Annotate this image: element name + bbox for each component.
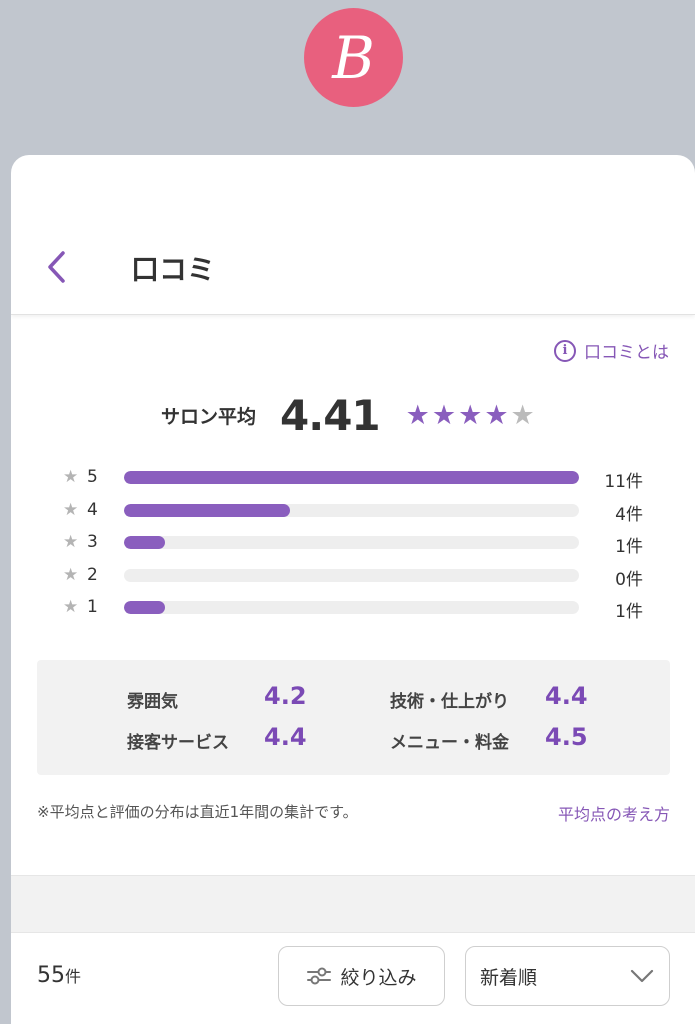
distribution-row: ★ 5 11件 (63, 467, 653, 492)
distribution-count: 11件 (604, 472, 643, 492)
sort-select[interactable]: 新着順 (465, 946, 670, 1006)
distribution-bar-fill (124, 503, 290, 517)
distribution-bar-fill (124, 536, 166, 549)
filter-button[interactable]: 絞り込み (278, 946, 445, 1006)
average-value: 4.41 (280, 391, 381, 440)
back-button[interactable] (39, 243, 73, 291)
category-value: 4.2 (264, 682, 307, 710)
category-score: 技術・仕上がり (390, 687, 509, 712)
star-icon: ★ (63, 499, 79, 520)
category-score: 接客サービス (127, 728, 229, 753)
category-label: 接客サービス (127, 733, 229, 753)
category-label: 雰囲気 (127, 692, 178, 712)
scoring-method-link[interactable]: 平均点の考え方 (558, 801, 670, 825)
star-icon: ★ (458, 400, 483, 431)
distribution-bar-fill (124, 601, 166, 614)
review-count-number: 55 (37, 963, 65, 988)
category-value: 4.4 (545, 682, 588, 710)
distribution-count: 1件 (615, 602, 643, 622)
distribution-row: ★ 1 1件 (63, 597, 653, 622)
brand-logo-letter: B (332, 23, 375, 92)
star-icon: ★ (63, 597, 79, 617)
distribution-count: 4件 (615, 504, 643, 525)
category-value: 4.5 (545, 723, 588, 751)
sliders-icon (307, 967, 332, 985)
category-value: 4.4 (264, 723, 307, 751)
star-icon: ★ (510, 400, 535, 431)
star-icon: ★ (63, 564, 79, 585)
star-icon: ★ (484, 400, 509, 431)
distribution-star-level: 2 (87, 564, 98, 585)
section-divider (11, 875, 695, 933)
star-icon: ★ (63, 467, 79, 487)
sort-label: 新着順 (480, 966, 538, 989)
review-count-unit: 件 (65, 967, 82, 986)
chevron-down-icon (630, 969, 654, 983)
star-icon: ★ (63, 532, 79, 552)
distribution-bar (124, 568, 579, 582)
chevron-left-icon (48, 251, 65, 283)
distribution-row: ★ 4 4件 (63, 499, 653, 525)
page-header: 口コミ (11, 155, 695, 315)
star-icon: ★ (431, 400, 457, 431)
distribution-count: 0件 (615, 569, 643, 590)
review-sheet: 口コミ i 口コミとは サロン平均 4.41 ★ ★ ★ ★ ★ ★ 5 11件 ★ 4 4件 ★ 3… (11, 155, 695, 1024)
page-title: 口コミ (131, 253, 216, 286)
average-label: サロン平均 (161, 406, 257, 428)
aggregation-note: ※平均点と評価の分布は直近1年間の集計です。 (37, 803, 358, 821)
category-score: 雰囲気 (127, 687, 178, 712)
distribution-bar (124, 536, 579, 549)
distribution-bar-fill (124, 471, 579, 484)
distribution-star-level: 1 (87, 597, 98, 617)
category-label: 技術・仕上がり (390, 692, 509, 712)
distribution-bar (124, 471, 579, 484)
category-score: メニュー・料金 (390, 728, 509, 753)
category-scores: 雰囲気 4.2 技術・仕上がり 4.4 接客サービス 4.4 メニュー・料金 4… (37, 660, 670, 775)
info-icon: i (554, 339, 576, 362)
distribution-bar (124, 601, 579, 614)
about-reviews-link[interactable]: i 口コミとは (554, 338, 669, 363)
brand-logo: B (304, 8, 403, 107)
distribution-row: ★ 2 0件 (63, 564, 653, 590)
distribution-count: 1件 (615, 537, 643, 557)
star-icon: ★ (405, 400, 430, 431)
distribution-star-level: 4 (87, 499, 98, 520)
review-count: 55件 (37, 963, 81, 988)
distribution-bar (124, 503, 579, 517)
category-label: メニュー・料金 (390, 733, 509, 753)
distribution-star-level: 5 (87, 467, 98, 487)
average-stars: ★ ★ ★ ★ ★ (406, 402, 535, 429)
salon-average: サロン平均 4.41 ★ ★ ★ ★ ★ (161, 391, 535, 440)
filter-label: 絞り込み (340, 966, 417, 989)
distribution-star-level: 3 (87, 532, 98, 552)
about-reviews-label: 口コミとは (584, 343, 669, 363)
distribution-row: ★ 3 1件 (63, 532, 653, 557)
